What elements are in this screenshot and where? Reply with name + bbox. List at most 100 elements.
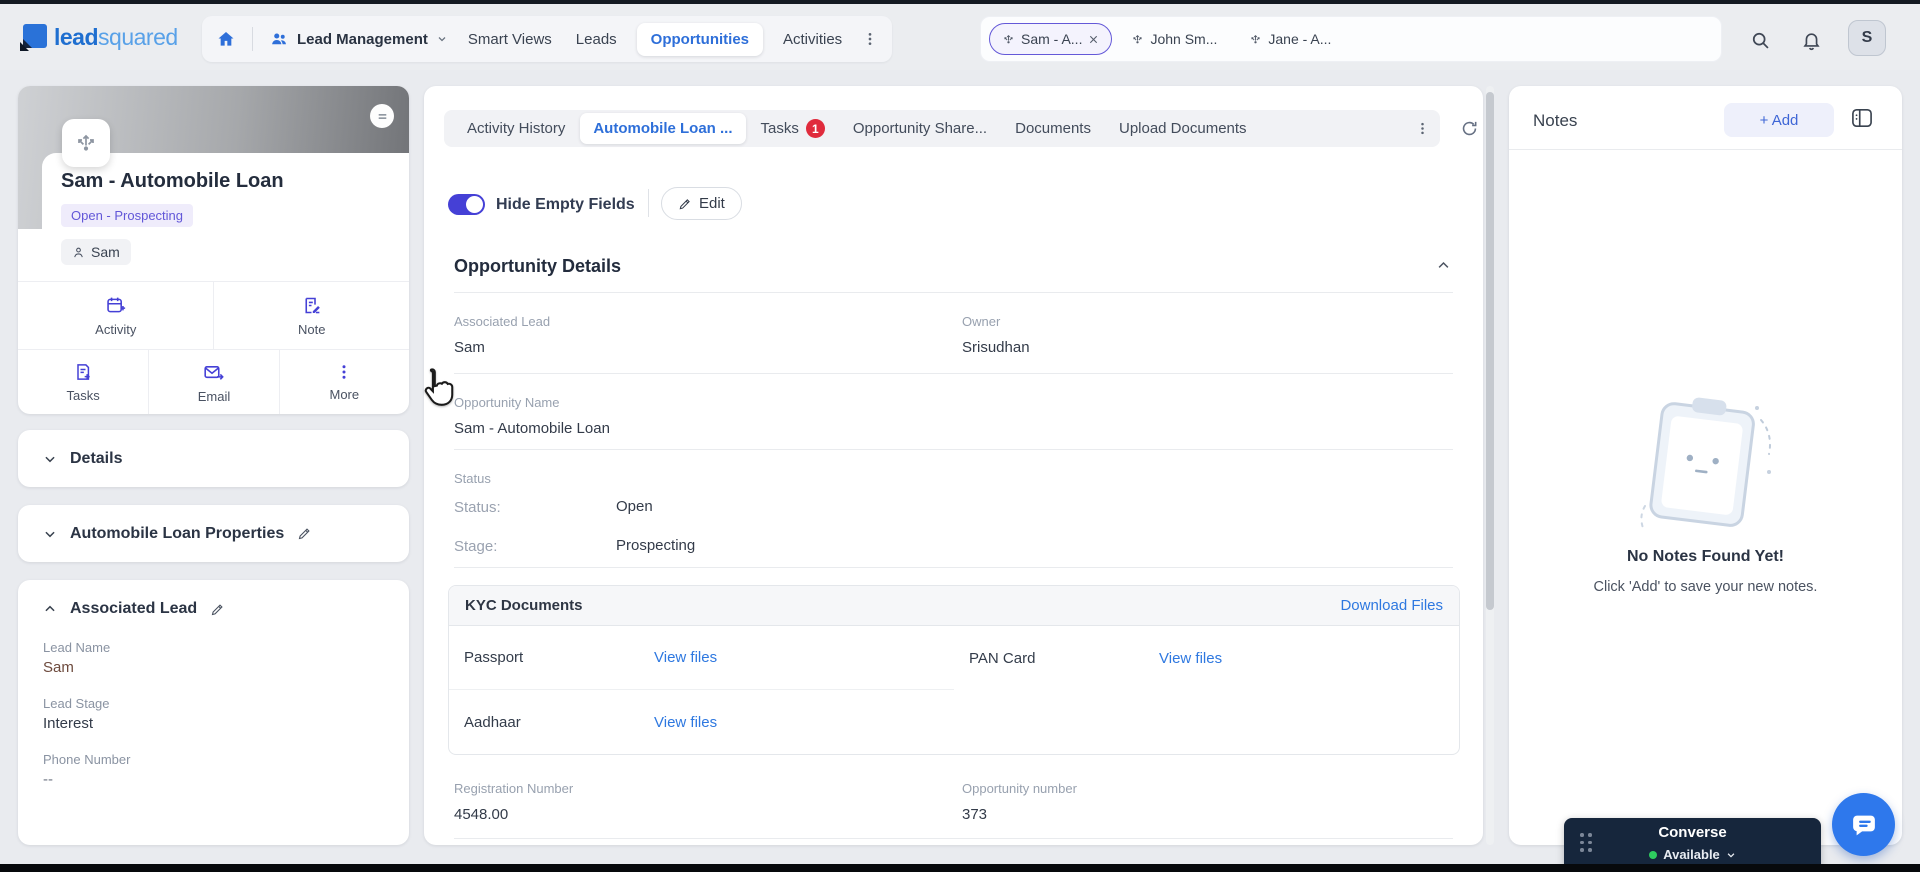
topbar: leadsquared Lead Management Smart Views … (0, 4, 1920, 70)
home-icon[interactable] (216, 29, 236, 49)
chevron-down-icon (45, 456, 55, 462)
opportunity-icon (1004, 34, 1013, 43)
activity-button[interactable]: Activity (18, 282, 213, 349)
details-section[interactable]: Details (18, 430, 409, 487)
kyc-documents-card: KYC Documents Download Files Passport Vi… (448, 585, 1460, 755)
file-plus-icon (73, 362, 93, 382)
opportunity-name-label: Opportunity Name (454, 395, 560, 410)
availability-label: Available (1663, 847, 1720, 862)
lead-name-label: Lead Name (43, 640, 111, 655)
record-tab-label: John Sm... (1150, 31, 1218, 47)
tasks-count-badge: 1 (805, 119, 825, 138)
mouse-cursor (424, 368, 454, 406)
edit-pencil-icon[interactable] (210, 602, 225, 617)
search-icon[interactable] (1750, 30, 1771, 51)
kyc-row-aadhaar: Aadhaar View files (449, 690, 954, 754)
user-avatar[interactable]: S (1848, 20, 1886, 56)
chevron-down-icon (1727, 852, 1735, 858)
tab-label: Tasks (760, 120, 799, 137)
notifications-bell-icon[interactable] (1801, 30, 1822, 51)
phone-number-value: -- (43, 771, 53, 788)
refresh-icon[interactable] (1460, 119, 1479, 138)
close-icon[interactable] (1088, 34, 1099, 45)
record-tab-label: Jane - A... (1268, 31, 1332, 47)
divider (1509, 149, 1902, 150)
nav-leads[interactable]: Leads (572, 23, 621, 56)
view-files-link[interactable]: View files (654, 649, 717, 666)
window-bottom-edge (0, 864, 1920, 872)
chevron-down-icon (45, 531, 55, 537)
record-tab-john[interactable]: John Sm... (1118, 23, 1230, 55)
record-tab-sam[interactable]: Sam - A... (989, 23, 1113, 55)
view-files-link[interactable]: View files (654, 714, 717, 731)
chevron-up-icon (45, 605, 55, 612)
lead-chip[interactable]: Sam (61, 239, 131, 265)
nav-overflow-icon[interactable] (862, 31, 878, 47)
tab-automobile-loan[interactable]: Automobile Loan ... (580, 113, 746, 144)
nav-opportunities[interactable]: Opportunities (636, 22, 763, 56)
availability-selector[interactable]: Available (1564, 847, 1821, 862)
note-pencil-icon (301, 295, 322, 316)
section-title: Opportunity Details (454, 256, 622, 276)
open-record-tabs: Sam - A... John Sm... Jane - A... (980, 16, 1722, 62)
notes-panel: Notes + Add No Notes Found Yet! Click 'A… (1509, 86, 1902, 845)
opportunity-number-label: Opportunity number (962, 781, 1077, 796)
tasks-button[interactable]: Tasks (18, 349, 149, 414)
divider (454, 567, 1453, 568)
edit-pencil-icon[interactable] (297, 526, 312, 541)
chat-fab-button[interactable] (1832, 793, 1895, 856)
record-tab-jane[interactable]: Jane - A... (1236, 23, 1344, 55)
tab-tasks[interactable]: Tasks 1 (748, 112, 838, 145)
owner-field-value: Srisudhan (962, 339, 1030, 356)
toolbar-divider (648, 189, 649, 217)
opportunity-summary-card: Sam - Automobile Loan Open - Prospecting… (18, 86, 409, 414)
nav-activities[interactable]: Activities (779, 23, 846, 56)
edit-button[interactable]: Edit (661, 187, 742, 220)
email-button[interactable]: Email (148, 349, 279, 414)
associated-lead-section: Associated Lead Lead Name Sam Lead Stage… (18, 580, 409, 845)
associated-lead-header[interactable]: Associated Lead (43, 600, 384, 618)
collapse-panel-icon[interactable] (1851, 108, 1873, 128)
logo-text: leadsquared (54, 24, 178, 50)
tab-documents[interactable]: Documents (1002, 113, 1104, 144)
divider (454, 292, 1453, 293)
tab-label: Automobile Loan ... (593, 120, 733, 137)
empty-notes-illustration (1640, 397, 1771, 529)
avatar-initial: S (1861, 29, 1873, 46)
tab-opportunity-share[interactable]: Opportunity Share... (840, 113, 1000, 144)
more-button[interactable]: More (278, 349, 409, 414)
nav-smart-views[interactable]: Smart Views (464, 23, 556, 56)
opportunity-share-icon (62, 119, 110, 167)
lead-name-value[interactable]: Sam (43, 659, 384, 676)
hide-empty-fields-label: Hide Empty Fields (496, 196, 635, 213)
note-button[interactable]: Note (213, 282, 409, 349)
main-scrollbar-thumb[interactable] (1486, 92, 1494, 610)
tasks-label: Tasks (66, 388, 100, 403)
tab-label: Opportunity Share... (852, 120, 988, 137)
lead-management-label: Lead Management (297, 30, 428, 48)
add-note-button[interactable]: + Add (1724, 103, 1834, 137)
kebab-icon (335, 363, 353, 381)
section-collapse-icon[interactable] (1436, 258, 1451, 273)
opportunity-name-value: Sam - Automobile Loan (454, 420, 610, 437)
chevron-down-icon (438, 37, 446, 42)
tabs-overflow-icon[interactable] (1415, 121, 1430, 136)
nav-divider (252, 27, 253, 51)
stage-label: Stage: (454, 538, 498, 555)
edit-button-label: Edit (699, 195, 725, 212)
edit-pencil-icon (679, 198, 690, 209)
loan-properties-section[interactable]: Automobile Loan Properties (18, 505, 409, 562)
tab-activity-history[interactable]: Activity History (454, 113, 578, 144)
activity-label: Activity (95, 321, 137, 337)
kyc-row-passport: Passport View files (449, 626, 954, 690)
download-files-link[interactable]: Download Files (1340, 597, 1443, 614)
lead-management-menu[interactable]: Lead Management (269, 30, 448, 48)
note-label: Note (298, 321, 326, 337)
add-note-label: + Add (1759, 111, 1799, 129)
tab-upload-documents[interactable]: Upload Documents (1106, 113, 1260, 144)
hide-empty-fields-toggle[interactable] (448, 194, 485, 215)
leadsquared-logo[interactable]: leadsquared (20, 24, 178, 51)
people-icon (272, 33, 286, 45)
view-files-link[interactable]: View files (1159, 650, 1222, 667)
summary-note-icon[interactable] (370, 104, 394, 128)
